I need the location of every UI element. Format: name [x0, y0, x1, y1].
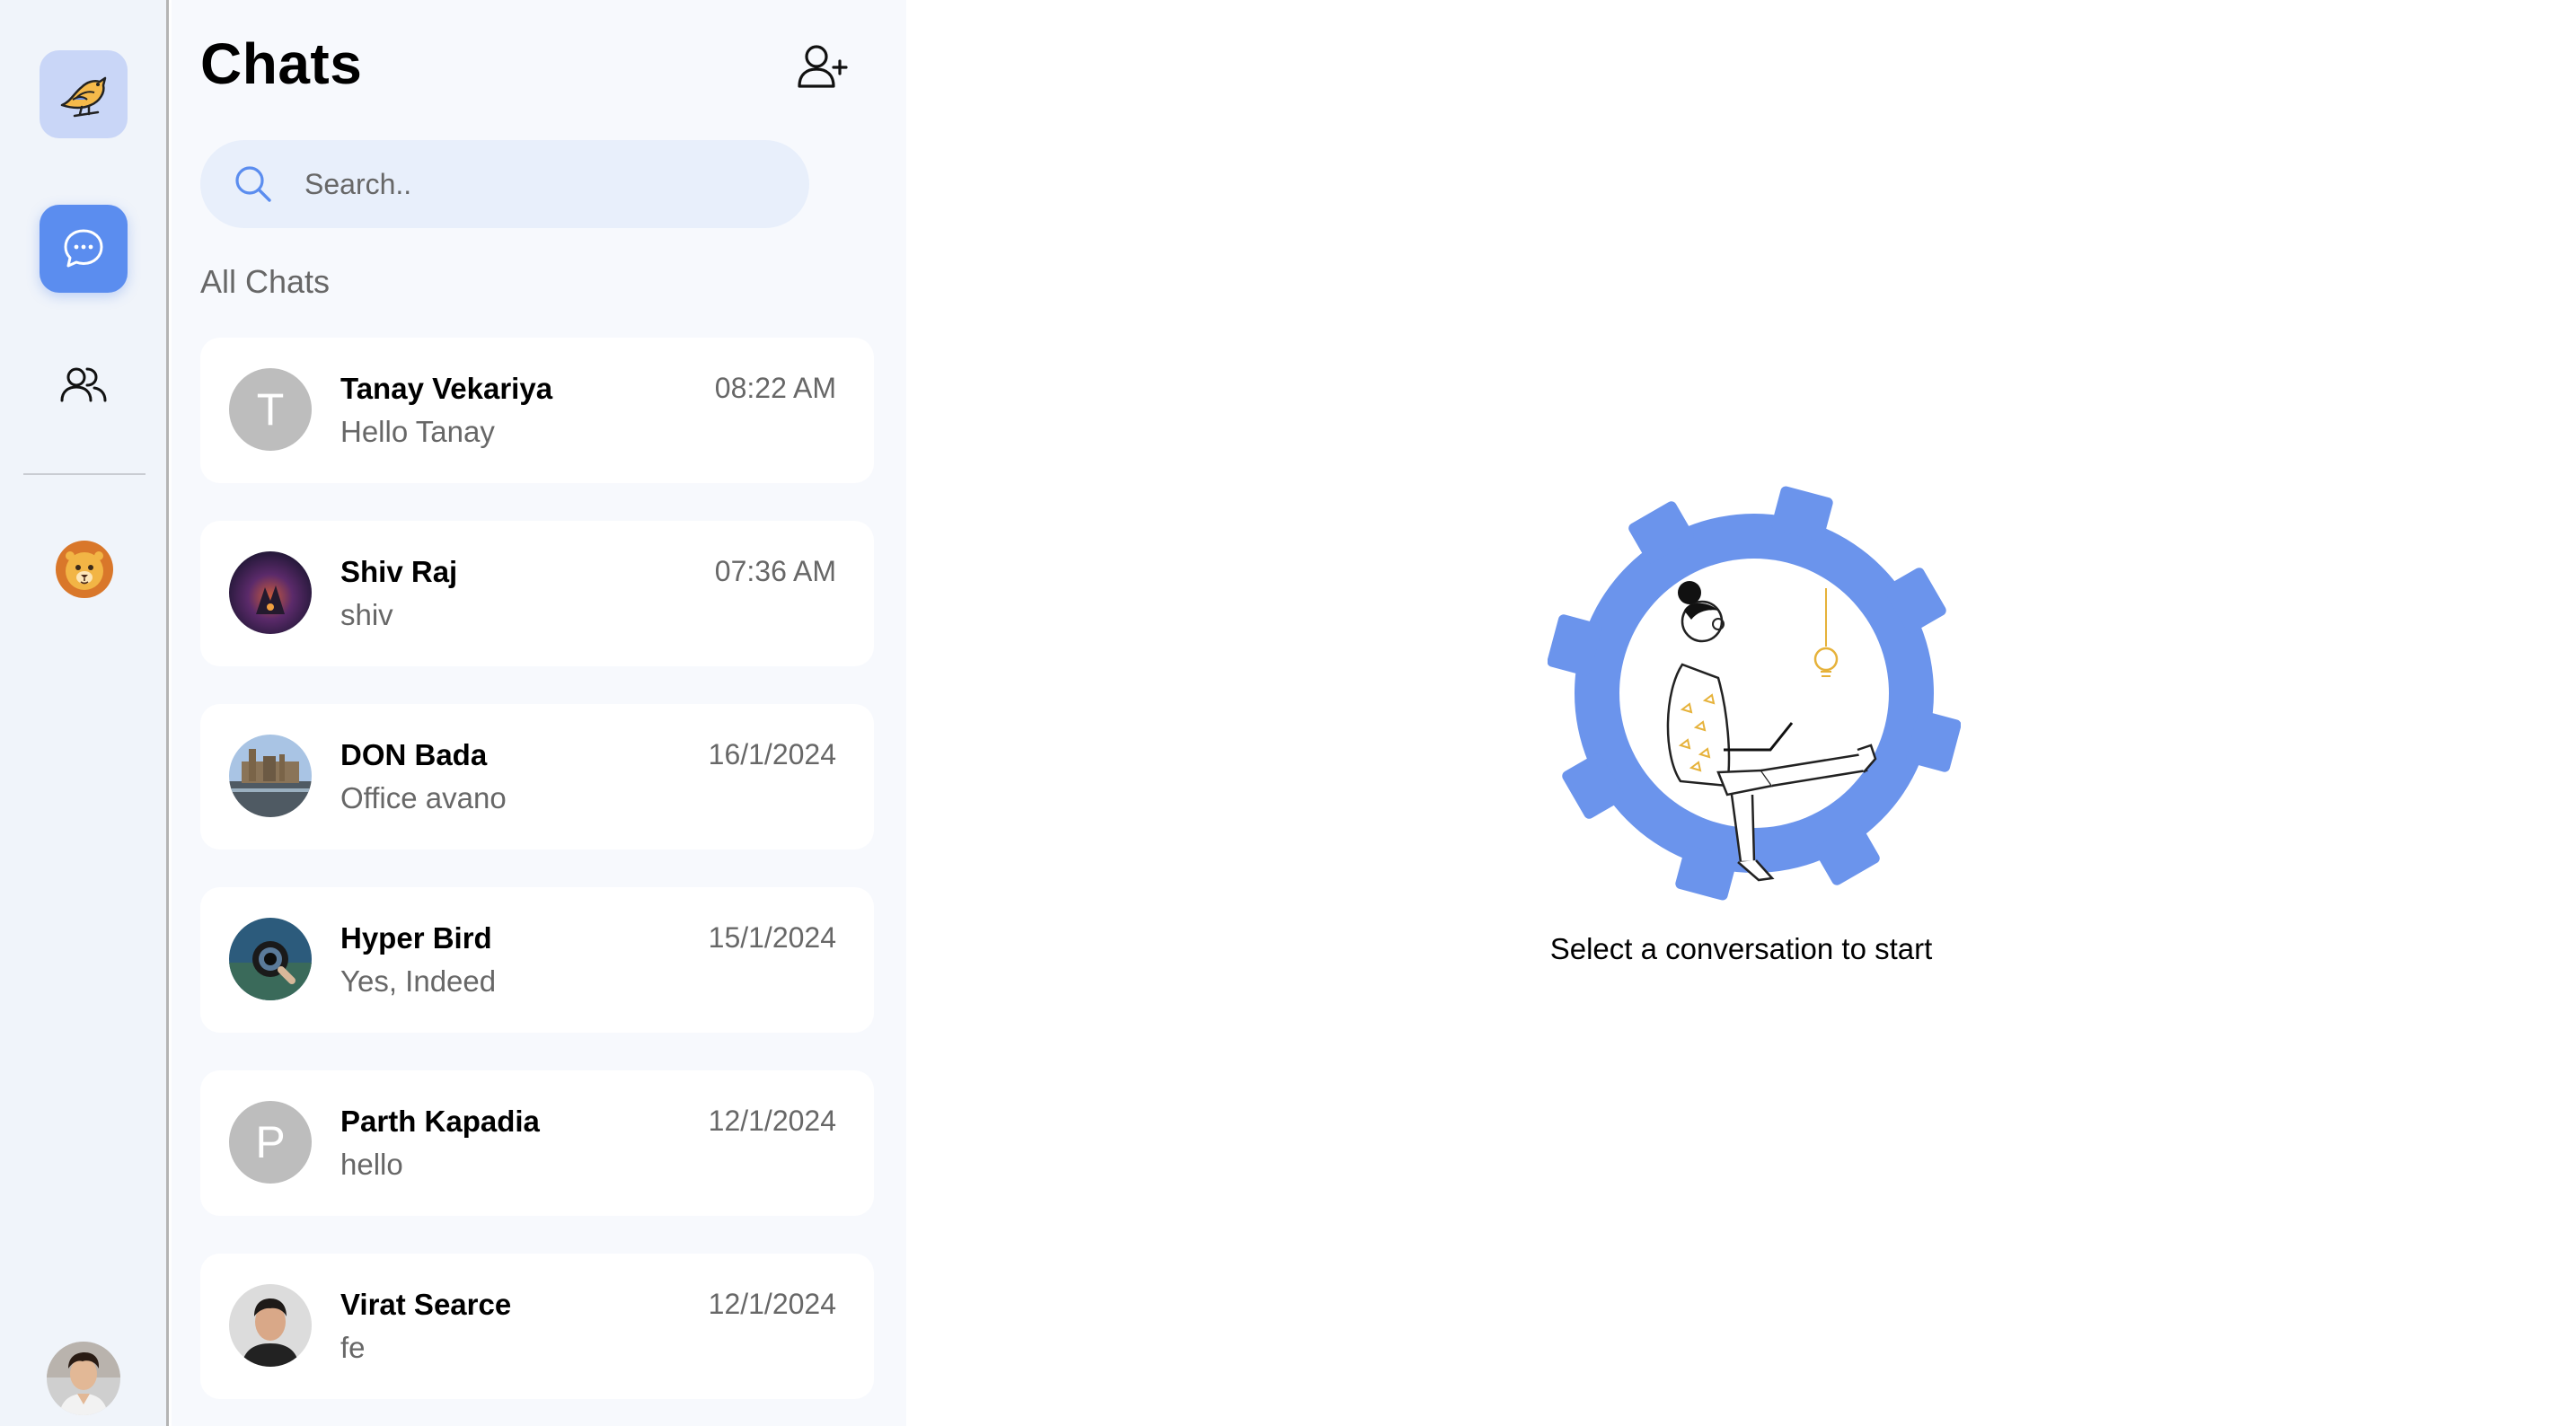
user-photo-avatar — [47, 1342, 120, 1415]
contact-name: Hyper Bird — [340, 921, 492, 955]
search-icon — [235, 166, 271, 202]
sidebar-rail — [0, 0, 169, 1426]
last-message: fe — [340, 1331, 366, 1364]
message-timestamp: 07:36 AM — [714, 555, 836, 587]
contact-photo — [229, 918, 312, 1000]
bird-icon — [60, 76, 107, 118]
last-message: Yes, Indeed — [340, 964, 497, 998]
contact-avatar — [229, 1284, 312, 1367]
nav-groups-button[interactable] — [40, 341, 128, 429]
empty-state-illustration — [1548, 486, 1961, 901]
contact-name: DON Bada — [340, 738, 488, 771]
add-user-button[interactable] — [791, 34, 856, 99]
app-logo-button[interactable] — [40, 50, 128, 138]
conversation-area: Select a conversation to start — [906, 0, 2576, 1426]
nav-chats-button[interactable] — [40, 205, 128, 293]
contact-name: Virat Searce — [340, 1288, 512, 1321]
last-message: Hello Tanay — [340, 415, 495, 448]
message-timestamp: 16/1/2024 — [708, 738, 836, 770]
chat-app: Chats All Chats T Tanay Vekariya — [0, 0, 2576, 1426]
search-input[interactable] — [304, 158, 772, 210]
avatar-initial: P — [255, 1117, 286, 1167]
last-message: hello — [340, 1148, 403, 1181]
contact-name: Shiv Raj — [340, 555, 458, 588]
contact-photo — [229, 735, 312, 817]
message-timestamp: 12/1/2024 — [708, 1288, 836, 1320]
contact-avatar — [229, 551, 312, 634]
last-message: Office avano — [340, 781, 507, 814]
rail-divider — [23, 473, 146, 475]
contact-photo — [229, 1284, 312, 1367]
add-user-icon — [798, 45, 848, 88]
chat-list-item[interactable]: T Tanay Vekariya Hello Tanay 08:22 AM — [200, 338, 874, 483]
message-timestamp: 15/1/2024 — [708, 921, 836, 954]
contact-name: Parth Kapadia — [340, 1105, 540, 1138]
contact-avatar: P — [229, 1101, 312, 1184]
search-box — [200, 140, 809, 228]
empty-state-text: Select a conversation to start — [1549, 932, 1933, 965]
page-title: Chats — [200, 31, 363, 96]
chats-panel: Chats All Chats T Tanay Vekariya — [172, 0, 906, 1426]
users-icon — [60, 367, 107, 402]
lion-avatar-button[interactable] — [50, 535, 119, 603]
message-timestamp: 12/1/2024 — [708, 1105, 836, 1137]
last-message: shiv — [340, 598, 393, 631]
chat-list-item[interactable]: DON Bada Office avano 16/1/2024 — [200, 704, 874, 849]
chat-list-item[interactable]: Virat Searce fe 12/1/2024 — [200, 1254, 874, 1399]
current-user-avatar[interactable] — [47, 1342, 120, 1415]
contact-avatar — [229, 735, 312, 817]
chat-list-item[interactable]: Shiv Raj shiv 07:36 AM — [200, 521, 874, 666]
chat-bubble-icon — [64, 229, 103, 268]
contact-name: Tanay Vekariya — [340, 372, 553, 405]
section-label-all-chats: All Chats — [200, 263, 331, 300]
contact-photo — [229, 551, 312, 634]
contact-avatar — [229, 918, 312, 1000]
avatar-initial: T — [256, 384, 285, 435]
chat-list-item[interactable]: Hyper Bird Yes, Indeed 15/1/2024 — [200, 887, 874, 1033]
lion-icon — [56, 541, 113, 598]
message-timestamp: 08:22 AM — [714, 372, 836, 404]
chat-list-item[interactable]: P Parth Kapadia hello 12/1/2024 — [200, 1070, 874, 1216]
contact-avatar: T — [229, 368, 312, 451]
